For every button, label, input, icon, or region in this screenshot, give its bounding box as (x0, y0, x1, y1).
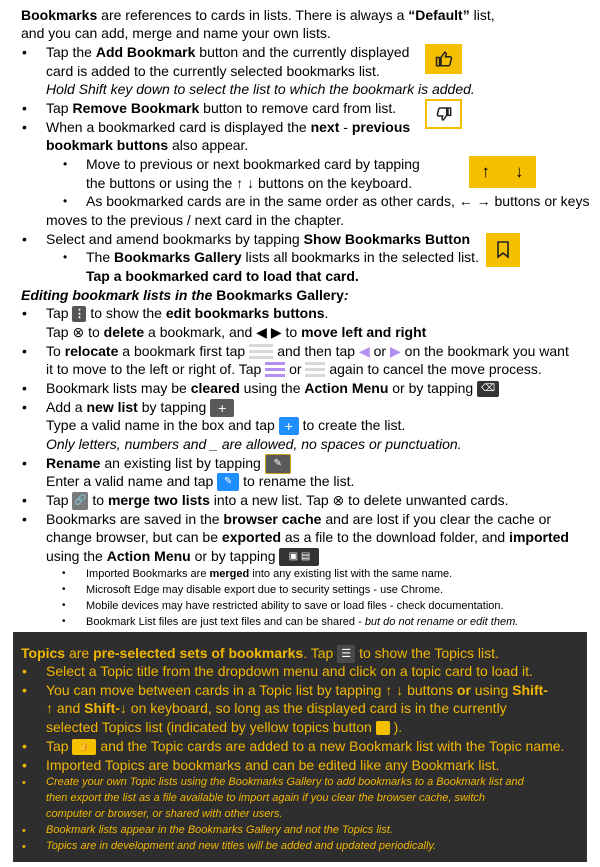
edit-7-line-1: Bookmarks are saved in the browser cache… (46, 511, 552, 527)
intro-line-1: Bookmarks are references to cards in lis… (21, 7, 495, 23)
edit-4-line-1: Add a new list by tapping + (46, 398, 235, 418)
intro-line-2: and you can add, merge and name your own… (21, 25, 331, 41)
lines-purple-icon[interactable] (265, 362, 286, 379)
show-bookmarks-button[interactable] (486, 233, 520, 267)
topics-item-2-line-1: You can move between cards in a Topic li… (46, 682, 548, 698)
edit-5-line-2: Enter a valid name and tap ✎ to rename t… (46, 472, 354, 492)
show-line-1: Select and amend bookmarks by tapping Sh… (46, 231, 471, 247)
thumbs-down-icon (436, 107, 451, 121)
bullet: • (22, 841, 26, 853)
create-list-plus-icon[interactable]: + (278, 417, 299, 436)
edit-4-line-3: Only letters, numbers and _ are allowed,… (46, 436, 462, 452)
add-list-plus-icon[interactable]: + (210, 399, 235, 418)
topics-heading: Topics are pre-selected sets of bookmark… (21, 644, 499, 664)
bullet: • (22, 738, 27, 754)
thumbs-up-icon (435, 51, 452, 67)
remove-bookmark-button[interactable] (425, 99, 462, 129)
bullet: • (22, 777, 26, 789)
edit-6-line: Tap 🔗 to merge two lists into a new list… (46, 491, 509, 511)
next-prev-sub-2b: moves to the previous / next card in the… (46, 212, 345, 228)
save-load-icons[interactable]: ▣ ▤ (279, 548, 320, 567)
edit-7-line-2: change browser, but can be exported as a… (46, 529, 569, 545)
topics-item-2-line-3: selected Topics list (indicated by yello… (46, 719, 403, 736)
arrow-down-icon[interactable]: ↓ (515, 162, 524, 182)
note-2: Microsoft Edge may disable export due to… (86, 584, 444, 596)
bullet: • (22, 100, 27, 116)
note-1: Imported Bookmarks are merged into any e… (86, 568, 453, 580)
small-bullet: • (62, 584, 66, 595)
yellow-topics-button-icon[interactable] (375, 721, 390, 736)
sub-bullet: • (63, 157, 68, 171)
help-page: Bookmarks are references to cards in lis… (0, 0, 600, 867)
bookmark-icon (497, 241, 509, 259)
confirm-rename-icon[interactable]: ✎ (217, 473, 240, 492)
topics-item-5-line-2: then export the list as a file available… (46, 792, 486, 804)
small-bullet: • (62, 600, 66, 611)
next-prev-bookmark-buttons[interactable]: ↑ ↓ (469, 156, 536, 188)
topics-item-7: Topics are in development and new titles… (46, 840, 437, 852)
topics-item-5-line-1: Create your own Topic lists using the Bo… (46, 776, 524, 788)
remove-line: Tap Remove Bookmark button to remove car… (46, 100, 397, 116)
next-prev-line-1: When a bookmarked card is displayed the … (46, 119, 411, 135)
edit-1-line-1: Tap ⋮ to show the edit bookmarks buttons… (46, 305, 329, 323)
next-prev-sub-1a: Move to previous or next bookmarked card… (86, 156, 420, 172)
merge-icon[interactable]: 🔗 (72, 492, 89, 511)
next-prev-sub-1b: the buttons or using the ↑ ↓ buttons on … (86, 175, 413, 191)
edit-4-line-2: Type a valid name in the box and tap + t… (46, 417, 406, 436)
load-icon[interactable]: ▤ (301, 551, 310, 562)
topics-stack-icon[interactable]: ☰ (337, 645, 356, 664)
editing-heading: Editing bookmark lists in the Bookmarks … (21, 287, 349, 303)
show-sub-2: Tap a bookmarked card to load that card. (86, 268, 359, 284)
next-prev-sub-2a: As bookmarked cards are in the same orde… (86, 193, 590, 209)
topics-item-6: Bookmark lists appear in the Bookmarks G… (46, 824, 393, 836)
note-4: Bookmark List files are just text files … (86, 616, 519, 628)
purple-triangle-left-icon[interactable]: ◀ (359, 343, 370, 359)
bullet: • (22, 119, 27, 135)
topics-item-2-line-2: ↑ and Shift-↓ on keyboard, so long as th… (46, 700, 507, 716)
bullet: • (22, 44, 27, 60)
edit-2-line-2: it to move to the left or right of. Tap … (46, 361, 542, 379)
add-line-2: card is added to the currently selected … (46, 63, 380, 79)
bullet: • (22, 231, 27, 247)
topics-item-5-line-3: computer or browser, or shared with othe… (46, 808, 283, 820)
bullet: • (22, 511, 27, 527)
kebab-menu-icon[interactable]: ⋮ (72, 306, 87, 323)
topics-item-3: Tap 👍 and the Topic cards are added to a… (46, 738, 565, 756)
bullet: • (22, 492, 27, 508)
bullet: • (22, 757, 27, 773)
show-sub-1: The Bookmarks Gallery lists all bookmark… (86, 249, 479, 265)
arrow-up-icon[interactable]: ↑ (482, 162, 491, 182)
bullet: • (22, 399, 27, 415)
add-bookmark-button[interactable] (425, 44, 462, 74)
lines-grey-icon[interactable] (305, 362, 326, 379)
edit-3-line: Bookmark lists may be cleared using the … (46, 379, 500, 398)
sub-bullet: • (63, 194, 68, 208)
bullet: • (22, 663, 27, 679)
bullet: • (22, 305, 27, 321)
save-icon[interactable]: ▣ (289, 551, 298, 562)
sub-bullet: • (63, 250, 68, 264)
bullet: • (22, 455, 27, 471)
bullet: • (22, 682, 27, 698)
small-bullet: • (62, 568, 66, 579)
lines-icon[interactable] (249, 344, 274, 361)
add-topic-bookmarks-icon[interactable]: 👍 (72, 739, 97, 756)
topics-item-1: Select a Topic title from the dropdown m… (46, 663, 533, 679)
purple-triangle-right-icon[interactable]: ▶ (390, 343, 401, 359)
add-line-3: Hold Shift key down to select the list t… (46, 81, 475, 97)
edit-1-line-2: Tap ⊗ to delete a bookmark, and ◀ ▶ to m… (46, 324, 427, 340)
bullet: • (22, 380, 27, 396)
topics-item-4: Imported Topics are bookmarks and can be… (46, 757, 500, 773)
small-bullet: • (62, 616, 66, 627)
bullet: • (22, 343, 27, 359)
note-3: Mobile devices may have restricted abili… (86, 600, 504, 612)
edit-7-line-3: using the Action Menu or by tapping ▣ ▤ (46, 547, 320, 567)
clear-icon[interactable]: ⌫ (477, 381, 500, 398)
add-line-1: Tap the Add Bookmark button and the curr… (46, 44, 410, 60)
edit-2-line-1: To relocate a bookmark first tap and then… (46, 343, 569, 361)
next-prev-line-2: bookmark buttons also appear. (46, 137, 249, 153)
